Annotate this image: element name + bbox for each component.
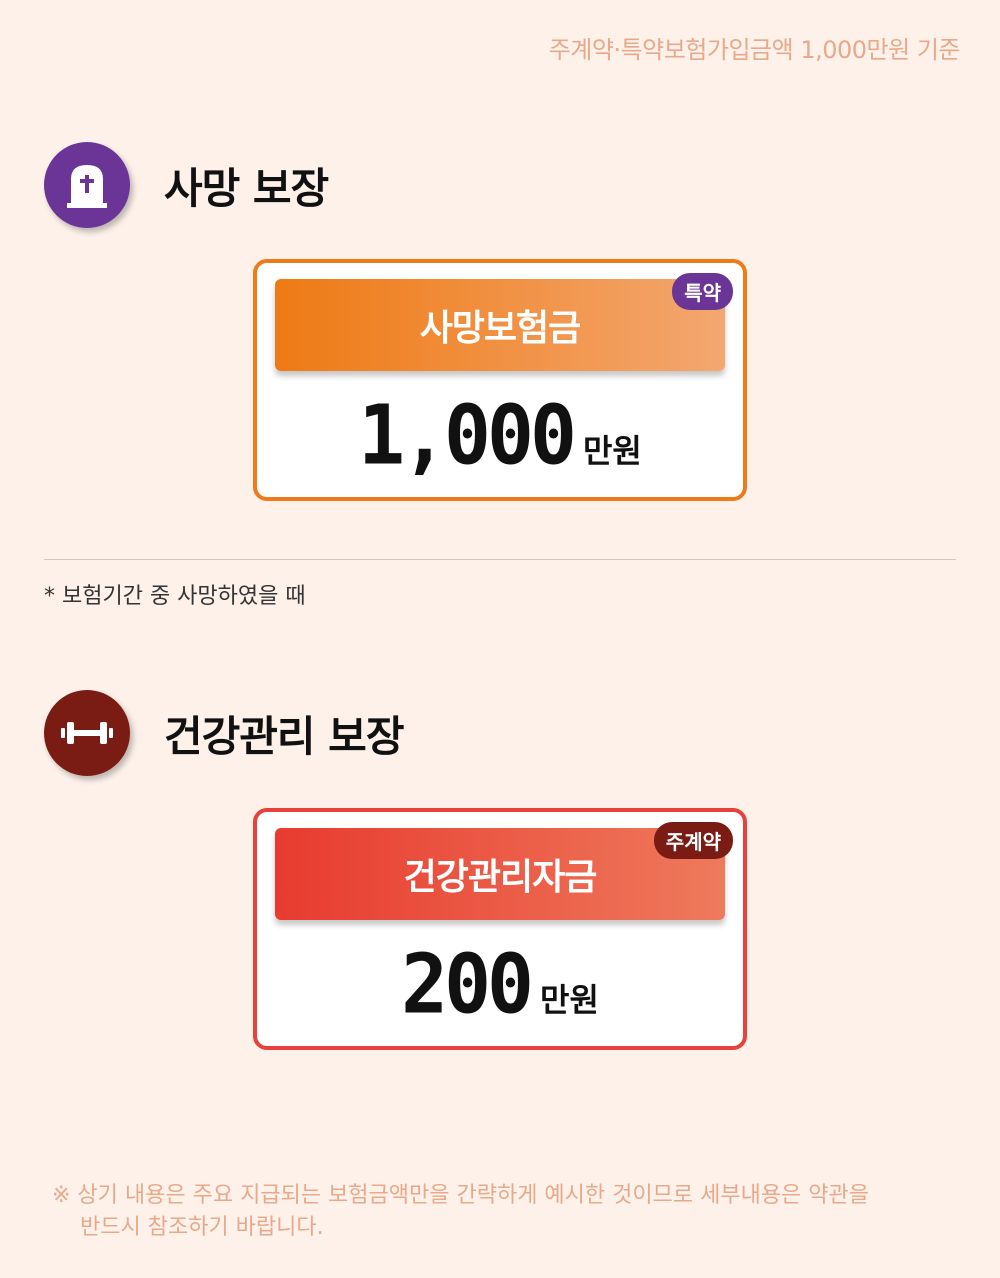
section-death-title: 사망 보장 xyxy=(164,163,329,213)
section-death-header: 사망 보장 xyxy=(44,142,329,228)
disclaimer-line-2: 반드시 참조하기 바랍니다. xyxy=(80,1215,324,1240)
health-fund-amount-row: 200 만원 xyxy=(257,937,743,1033)
death-benefit-unit: 만원 xyxy=(582,432,642,470)
disclaimer: ※ 상기 내용은 주요 지급되는 보험금액만을 간략하게 예시한 것이므로 세부… xyxy=(52,1180,962,1244)
health-fund-amount: 200 xyxy=(401,937,534,1033)
section-health-title: 건강관리 보장 xyxy=(164,711,404,761)
death-benefit-card: 사망보험금 특약 1,000 만원 xyxy=(253,259,747,501)
health-fund-unit: 만원 xyxy=(540,981,599,1019)
base-amount-note: 주계약·특약보험가입금액 1,000만원 기준 xyxy=(548,36,961,64)
death-benefit-label: 사망보험금 xyxy=(275,279,725,371)
tombstone-icon xyxy=(44,142,130,228)
disclaimer-line-1: ※ 상기 내용은 주요 지급되는 보험금액만을 간략하게 예시한 것이므로 세부… xyxy=(52,1183,870,1208)
death-footnote: * 보험기간 중 사망하였을 때 xyxy=(44,584,306,609)
dumbbell-icon xyxy=(44,690,130,776)
death-benefit-amount: 1,000 xyxy=(358,388,577,484)
section-health-header: 건강관리 보장 xyxy=(44,690,404,776)
death-benefit-amount-row: 1,000 만원 xyxy=(257,388,743,484)
rider-badge: 특약 xyxy=(672,273,733,310)
health-fund-card: 건강관리자금 주계약 200 만원 xyxy=(253,808,747,1050)
main-contract-badge: 주계약 xyxy=(653,822,733,859)
divider xyxy=(44,559,956,560)
